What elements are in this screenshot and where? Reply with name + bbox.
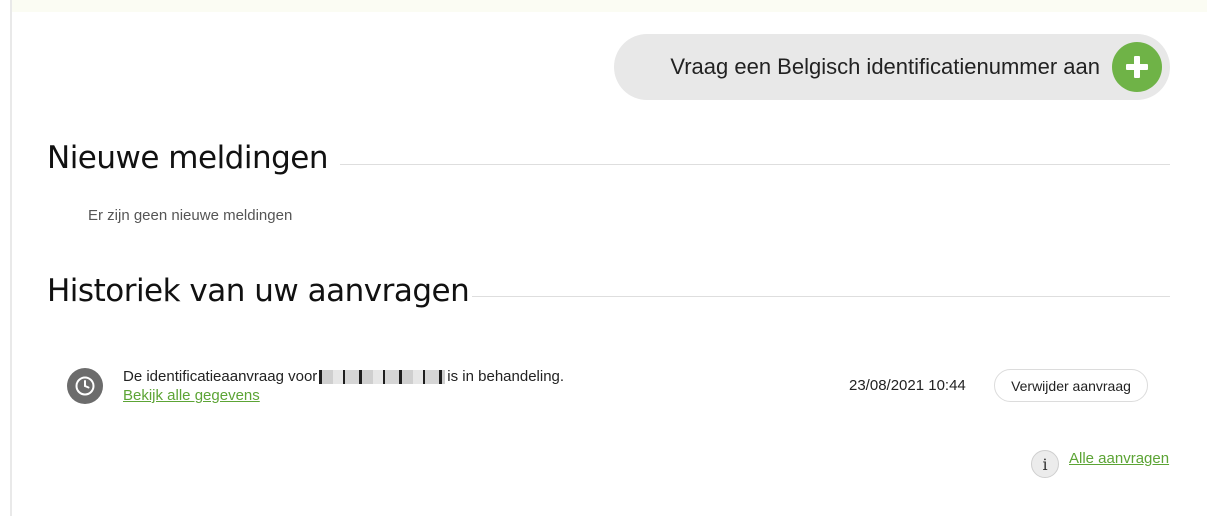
view-details-link[interactable]: Bekijk alle gegevens xyxy=(123,387,260,404)
notifications-divider xyxy=(340,164,1170,165)
request-text-before: De identificatieaanvraag voor xyxy=(123,368,318,385)
no-notifications-message: Er zijn geen nieuwe meldingen xyxy=(88,207,293,224)
redacted-name xyxy=(319,370,446,385)
request-text-after: is in behandeling. xyxy=(447,368,565,385)
left-border xyxy=(10,0,12,516)
request-button-label: Vraag een Belgisch identificatienummer a… xyxy=(670,54,1100,79)
request-status-text: De identificatieaanvraag voor is in behan… xyxy=(123,368,564,385)
delete-request-button[interactable]: Verwijder aanvraag xyxy=(994,369,1148,402)
history-divider xyxy=(472,296,1170,297)
request-identification-number-button[interactable]: Vraag een Belgisch identificatienummer a… xyxy=(614,34,1170,100)
notifications-title: Nieuwe meldingen xyxy=(47,140,329,176)
history-title: Historiek van uw aanvragen xyxy=(47,273,470,309)
clock-icon xyxy=(67,368,103,404)
info-icon[interactable]: i xyxy=(1031,450,1059,478)
top-border xyxy=(10,0,1207,12)
all-requests-link[interactable]: Alle aanvragen xyxy=(1069,450,1169,467)
request-date: 23/08/2021 10:44 xyxy=(849,377,966,394)
plus-icon xyxy=(1112,42,1162,92)
